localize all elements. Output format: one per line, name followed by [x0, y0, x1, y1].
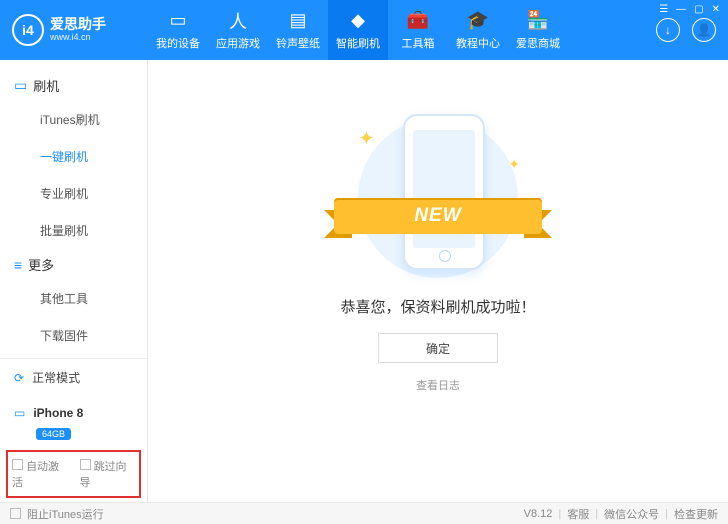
logo-title: 爱思助手	[50, 17, 106, 32]
nav-icon: 人	[229, 10, 247, 32]
device-mode[interactable]: ⟳ 正常模式	[0, 359, 147, 396]
sidebar-group-header[interactable]: ▭ 刷机	[0, 70, 147, 101]
device-name: iPhone 8	[33, 406, 83, 420]
nav-label: 爱思商城	[516, 35, 560, 51]
user-button[interactable]: 👤	[692, 18, 716, 42]
view-log-link[interactable]: 查看日志	[416, 377, 460, 393]
storage-badge: 64GB	[36, 428, 71, 440]
sidebar-item[interactable]: 一键刷机	[0, 138, 147, 175]
nav-icon: ▤	[289, 10, 306, 32]
nav-icon: ▭	[169, 10, 186, 32]
nav-icon: 🧰	[407, 10, 429, 32]
skip-guide-checkbox[interactable]	[80, 459, 91, 470]
menu-icon[interactable]: ☰	[659, 4, 668, 15]
wechat-link[interactable]: 微信公众号	[604, 506, 659, 522]
new-ribbon: NEW	[334, 192, 542, 232]
nav-label: 工具箱	[402, 35, 435, 51]
block-itunes-label: 阻止iTunes运行	[27, 506, 104, 522]
sidebar: ▭刷机iTunes刷机一键刷机专业刷机批量刷机≡更多其他工具下载固件高级功能 ⟳…	[0, 60, 148, 502]
nav-label: 我的设备	[156, 35, 200, 51]
nav-item[interactable]: ◆ 智能刷机	[328, 0, 388, 60]
nav-item[interactable]: 🧰 工具箱	[388, 0, 448, 60]
sidebar-item[interactable]: 其他工具	[0, 280, 147, 317]
status-bar: 阻止iTunes运行 V8.12 | 客服 | 微信公众号 | 检查更新	[0, 502, 728, 524]
sidebar-item[interactable]: 下载固件	[0, 317, 147, 354]
nav-icon: 🏪	[527, 10, 549, 32]
phone-icon: ▭	[14, 406, 25, 420]
group-icon: ≡	[14, 257, 22, 273]
download-button[interactable]: ↓	[656, 18, 680, 42]
sparkle-icon: ✦	[508, 156, 520, 173]
group-title: 刷机	[33, 76, 59, 95]
block-itunes-checkbox[interactable]	[10, 508, 21, 519]
minimize-icon[interactable]: —	[676, 4, 686, 15]
logo-subtitle: www.i4.cn	[50, 33, 106, 43]
nav-item[interactable]: 人应用游戏	[208, 0, 268, 60]
sparkle-icon: ✦	[358, 126, 375, 151]
titlebar: ☰ — ▢ ✕	[659, 4, 720, 15]
mode-label: 正常模式	[32, 369, 80, 386]
flash-options: 自动激活 跳过向导	[6, 450, 141, 498]
support-link[interactable]: 客服	[567, 506, 589, 522]
nav-icon: 🎓	[467, 10, 489, 32]
device-info[interactable]: ▭ iPhone 8 64GB	[0, 396, 147, 450]
sidebar-item[interactable]: iTunes刷机	[0, 101, 147, 138]
nav-label: 铃声壁纸	[276, 35, 320, 51]
group-title: 更多	[28, 255, 54, 274]
nav-label: 教程中心	[456, 35, 500, 51]
nav-label: 智能刷机	[336, 35, 380, 51]
nav-label: 应用游戏	[216, 35, 260, 51]
main-content: ✦ ✦ NEW 恭喜您，保资料刷机成功啦！ 确定 查看日志	[148, 60, 728, 502]
nav-item[interactable]: ▭ 我的设备	[148, 0, 208, 60]
ok-button[interactable]: 确定	[378, 333, 498, 363]
auto-activate-checkbox[interactable]	[12, 459, 23, 470]
close-icon[interactable]: ✕	[712, 4, 720, 15]
success-illustration: ✦ ✦ NEW	[338, 108, 538, 278]
nav-icon: ◆	[351, 10, 365, 32]
nav-item[interactable]: 🏪 爱思商城	[508, 0, 568, 60]
maximize-icon[interactable]: ▢	[694, 4, 703, 15]
nav-item[interactable]: 🎓 教程中心	[448, 0, 508, 60]
sidebar-item[interactable]: 批量刷机	[0, 212, 147, 249]
version-label: V8.12	[524, 508, 553, 520]
sidebar-group-header[interactable]: ≡ 更多	[0, 249, 147, 280]
logo-icon: i4	[12, 14, 44, 46]
group-icon: ▭	[14, 77, 27, 94]
success-message: 恭喜您，保资料刷机成功啦！	[340, 296, 535, 317]
header-bar: ☰ — ▢ ✕ i4 爱思助手 www.i4.cn ▭我的设备人应用游戏▤铃声壁…	[0, 0, 728, 60]
top-nav: ▭我的设备人应用游戏▤铃声壁纸◆智能刷机🧰工具箱🎓教程中心🏪爱思商城	[148, 0, 568, 60]
nav-item[interactable]: ▤ 铃声壁纸	[268, 0, 328, 60]
sidebar-item[interactable]: 专业刷机	[0, 175, 147, 212]
logo[interactable]: i4 爱思助手 www.i4.cn	[0, 14, 148, 46]
check-update-link[interactable]: 检查更新	[674, 506, 718, 522]
refresh-icon: ⟳	[14, 371, 24, 385]
